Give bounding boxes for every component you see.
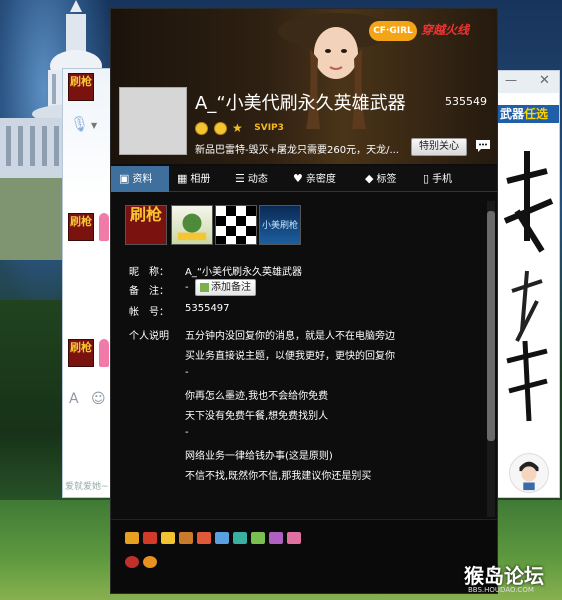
profile-tabs: ▣ 资料 ▦ 相册 ☰ 动态 ♥ 亲密度 ◆ 标签 ▯ 手机	[111, 166, 497, 192]
sun-level-icon	[213, 121, 227, 135]
nickname-label: 昵 称：	[129, 267, 169, 278]
watermark-logo: 猴岛论坛	[464, 564, 544, 588]
add-note-button[interactable]: 添加备注	[195, 279, 256, 296]
photo-icon: ▦	[177, 172, 188, 185]
profile-info-panel: 刷枪 小美刷枪 昵 称： A_“小美代刷永久英雄武器 备 注： - 添加备注 帐…	[111, 193, 497, 519]
svip-badge[interactable]: SVIP3	[254, 123, 284, 133]
tag-icon: ◆	[365, 172, 374, 185]
phone-icon: ▯	[423, 172, 430, 185]
tab-label: 亲密度	[305, 174, 336, 185]
photo-thumbnail[interactable]	[171, 205, 213, 245]
account-value: 5355497	[185, 303, 230, 314]
photo-thumbnail[interactable]	[215, 205, 257, 245]
font-icon[interactable]: A	[69, 391, 79, 407]
tab-album[interactable]: ▦ 相册	[177, 166, 229, 192]
game-badge-icon[interactable]	[179, 532, 193, 544]
message-avatar: 刷枪	[68, 339, 94, 367]
banner-highlight: 任选	[524, 107, 549, 121]
pink-avatar	[99, 213, 109, 241]
description-label: 个人说明	[129, 331, 169, 342]
gem-badge-icon[interactable]	[215, 532, 229, 544]
tab-phone[interactable]: ▯ 手机	[423, 166, 475, 192]
tab-label: 标签	[376, 174, 397, 185]
description-line: 五分钟内没回复你的消息，就是人不在电脑旁边	[185, 331, 395, 342]
gem-badge-icon[interactable]	[233, 532, 247, 544]
heart-icon: ♥	[293, 172, 303, 185]
badge-bar	[111, 519, 497, 593]
description-line: 网络业务一律给钱办事(这是原则)	[185, 451, 333, 462]
signature-text: 爱就爱她~	[65, 482, 109, 492]
gem-badge-icon[interactable]	[251, 532, 265, 544]
id-card-icon: ▣	[119, 172, 130, 185]
remark-label: 备 注：	[129, 286, 169, 297]
account-label: 帐 号：	[129, 307, 169, 318]
star-level-icon: ★	[232, 121, 243, 135]
tab-feed[interactable]: ☰ 动态	[235, 166, 287, 192]
orange-badge-icon[interactable]	[143, 556, 157, 568]
tab-profile[interactable]: ▣ 资料	[111, 166, 169, 192]
emoji-icon[interactable]: ☺	[91, 391, 106, 407]
banner-prefix: 武器	[500, 107, 525, 121]
profile-card-window[interactable]: CF·GIRL 穿越火线 A_“小美代刷永久英雄武器 535549 ★ SVIP…	[110, 8, 498, 594]
description-line: 不信不找,既然你不信,那我建议你还是别买	[185, 471, 372, 482]
background-window-right[interactable]: — ✕ 武器任选	[496, 70, 560, 498]
gem-badge-icon[interactable]	[287, 532, 301, 544]
chevron-down-icon[interactable]: ▼	[91, 121, 97, 130]
scrollbar[interactable]	[487, 201, 495, 517]
tab-label: 相册	[190, 174, 211, 185]
user-avatar-icon[interactable]	[509, 453, 549, 493]
tab-intimacy[interactable]: ♥ 亲密度	[293, 166, 357, 192]
note-icon	[200, 282, 209, 292]
list-icon: ☰	[235, 172, 245, 185]
description-line: -	[185, 367, 189, 378]
profile-avatar[interactable]	[119, 87, 187, 155]
description-line: -	[185, 427, 189, 438]
chat-bubble-icon[interactable]	[475, 139, 491, 153]
game-badge-icon[interactable]	[161, 532, 175, 544]
level-icons: ★ SVIP3	[195, 121, 284, 137]
tab-label: 手机	[432, 174, 453, 185]
tab-label: 动态	[247, 174, 268, 185]
add-note-label: 添加备注	[211, 282, 251, 293]
status-signature: 新品巴雷特-毁灭+屠龙只需要260元，天龙/...	[195, 145, 399, 156]
calligraphy-image	[503, 151, 554, 422]
description-line: 你再怎么墨迹,我也不会给你免费	[185, 391, 329, 402]
message-avatar: 刷枪	[68, 213, 94, 241]
watermark-url: BBS.HOUDAO.COM	[468, 586, 534, 594]
scrollbar-thumb[interactable]	[487, 211, 495, 441]
photo-thumbnail[interactable]: 刷枪	[125, 205, 167, 245]
game-badge-icon[interactable]	[125, 532, 139, 544]
gem-badge-icon[interactable]	[197, 532, 211, 544]
red-badge-icon[interactable]	[125, 556, 139, 568]
nickname-value: A_“小美代刷永久英雄武器	[185, 267, 303, 278]
profile-name: A_“小美代刷永久英雄武器	[195, 93, 406, 114]
tab-label: 资料	[132, 174, 153, 185]
description-line: 天下没有免费午餐,想免费找别人	[185, 411, 329, 422]
photo-thumbnail[interactable]: 小美刷枪	[259, 205, 301, 245]
game-badge-icon[interactable]	[143, 532, 157, 544]
crossfire-logo: 穿越火线	[421, 23, 470, 37]
special-care-button[interactable]: 特别关心	[411, 138, 467, 156]
minimize-icon[interactable]: —	[505, 73, 517, 87]
description-line: 买业务直接说主题，以便我更好，更快的回复你	[185, 351, 395, 362]
remark-value: -	[185, 282, 189, 293]
close-icon[interactable]: ✕	[539, 73, 550, 88]
microphone-icon[interactable]: 🎙	[70, 115, 89, 133]
tab-tags[interactable]: ◆ 标签	[365, 166, 417, 192]
qq-number: 535549	[445, 95, 487, 108]
profile-header: CF·GIRL 穿越火线 A_“小美代刷永久英雄武器 535549 ★ SVIP…	[111, 9, 497, 164]
background-chat-window[interactable]: 刷枪 🎙 ▼ 刷枪 刷枪 A ☺ 爱就爱她~	[62, 68, 114, 498]
cf-girl-logo: CF·GIRL	[369, 21, 417, 41]
sun-level-icon	[195, 121, 208, 135]
contact-logo-icon: 刷枪	[68, 73, 94, 101]
pink-avatar	[99, 339, 109, 367]
gem-badge-icon[interactable]	[269, 532, 283, 544]
ad-banner[interactable]: 武器任选	[497, 105, 559, 123]
